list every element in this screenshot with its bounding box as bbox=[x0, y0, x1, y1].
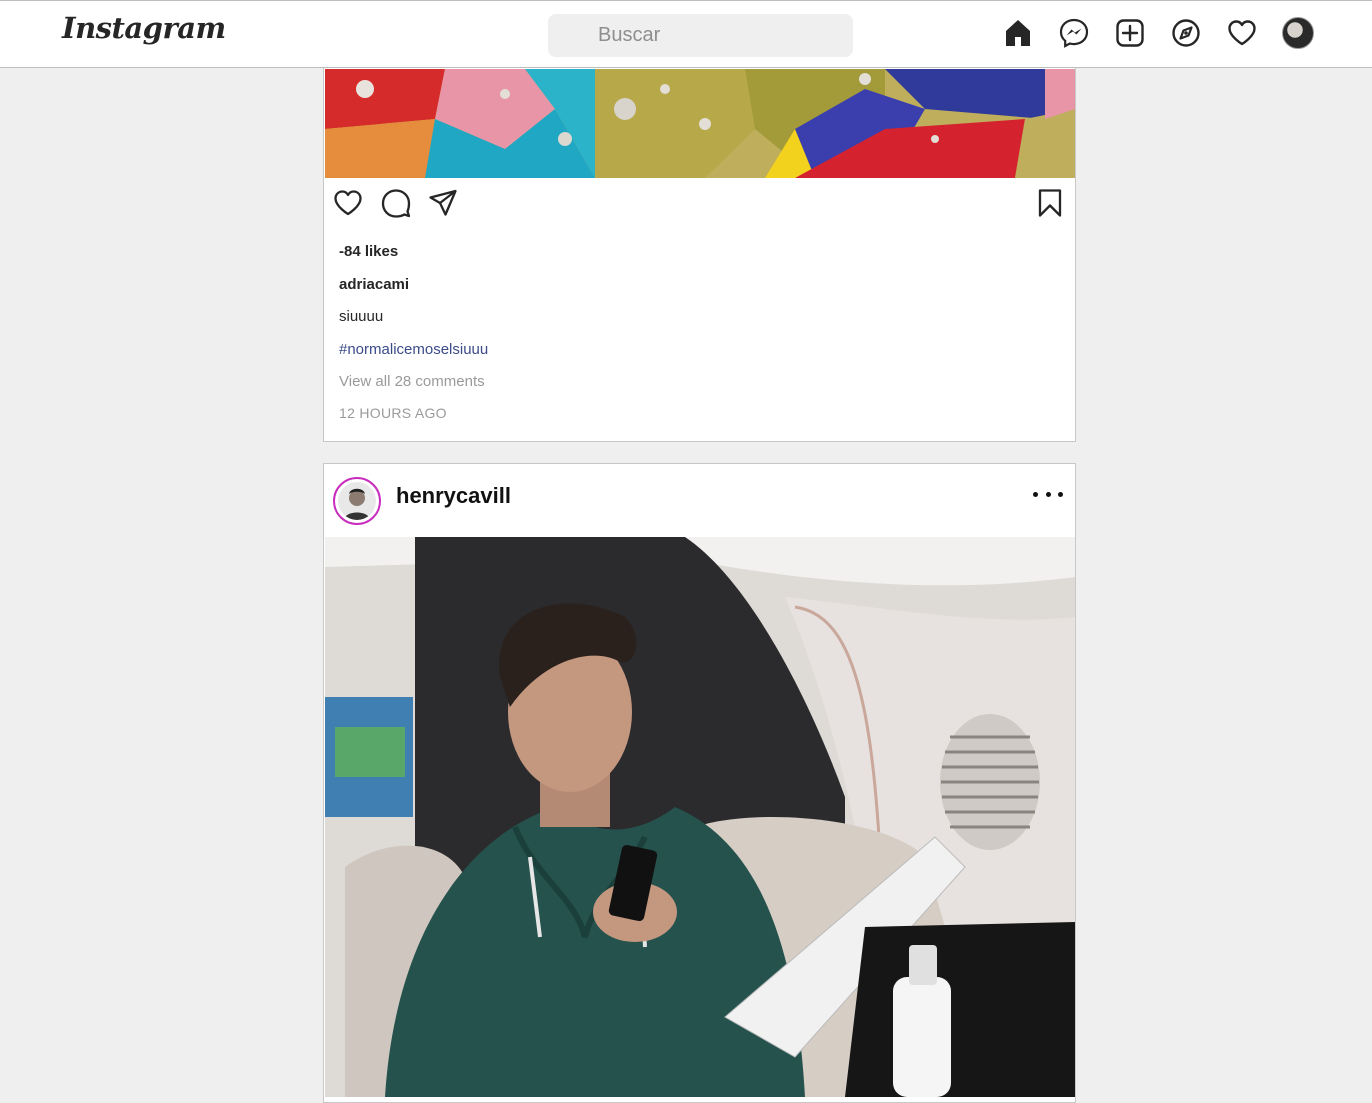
more-options-icon[interactable] bbox=[1033, 482, 1063, 506]
post-hashtag[interactable]: #normalicemoselsiuuu bbox=[339, 341, 488, 358]
instagram-logo[interactable]: Instagram bbox=[62, 11, 226, 45]
top-navigation-bar: Instagram bbox=[0, 0, 1372, 68]
post-caption: siuuuu bbox=[339, 308, 384, 325]
feed-post: -84 likes adriacami siuuuu #normalicemos… bbox=[323, 40, 1076, 442]
post-actions bbox=[332, 187, 1067, 223]
portrait-photo bbox=[325, 537, 1075, 1097]
story-avatar[interactable] bbox=[333, 477, 381, 525]
avatar bbox=[338, 482, 376, 520]
explore-icon[interactable] bbox=[1168, 15, 1204, 51]
profile-avatar[interactable] bbox=[1280, 15, 1316, 51]
comment-icon[interactable] bbox=[380, 187, 414, 221]
share-icon[interactable] bbox=[427, 187, 461, 221]
graffiti-photo bbox=[325, 69, 1075, 178]
likes-count: -84 likes bbox=[339, 243, 399, 260]
post-image[interactable] bbox=[325, 537, 1075, 1097]
post-username[interactable]: adriacami bbox=[339, 276, 409, 293]
feed-post: henrycavill bbox=[323, 463, 1076, 1103]
activity-heart-icon[interactable] bbox=[1224, 15, 1260, 51]
nav-icons bbox=[1000, 15, 1336, 51]
post-timestamp: 12 HOURS AGO bbox=[339, 405, 447, 421]
avatar bbox=[1282, 17, 1314, 49]
post-username[interactable]: henrycavill bbox=[396, 483, 511, 509]
new-post-icon[interactable] bbox=[1112, 15, 1148, 51]
bookmark-icon[interactable] bbox=[1034, 187, 1068, 221]
post-header: henrycavill bbox=[324, 464, 1075, 537]
like-heart-icon[interactable] bbox=[332, 187, 366, 221]
messenger-icon[interactable] bbox=[1056, 15, 1092, 51]
search-input[interactable] bbox=[548, 14, 853, 57]
post-image[interactable] bbox=[325, 69, 1075, 178]
home-icon[interactable] bbox=[1000, 15, 1036, 51]
view-comments-link[interactable]: View all 28 comments bbox=[339, 373, 485, 390]
